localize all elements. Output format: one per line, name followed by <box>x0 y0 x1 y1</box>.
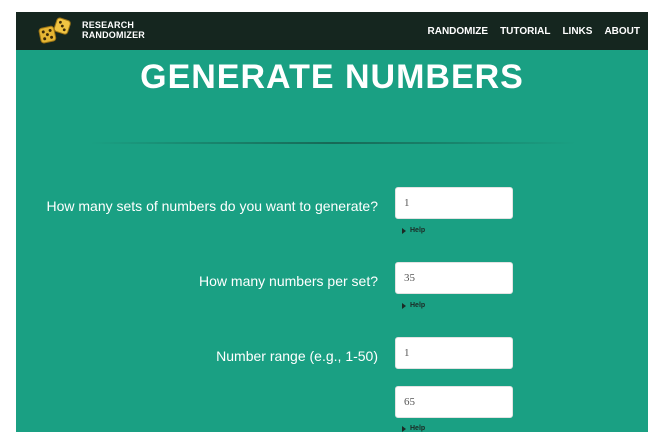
section-divider <box>90 142 576 144</box>
help-label: Help <box>410 425 426 432</box>
sets-count-label: How many sets of numbers do you want to … <box>46 198 378 214</box>
sets-help-link[interactable]: Help <box>402 227 425 234</box>
range-from-input[interactable] <box>395 337 513 369</box>
nav-item-randomize[interactable]: RANDOMIZE <box>428 26 489 37</box>
numbers-per-set-input[interactable] <box>395 262 513 294</box>
numbers-per-set-label: How many numbers per set? <box>199 273 378 289</box>
range-to-input[interactable] <box>395 386 513 418</box>
brand-name[interactable]: RESEARCH RANDOMIZER <box>82 20 145 40</box>
range-help-link[interactable]: Help <box>402 425 425 432</box>
nav-item-about[interactable]: ABOUT <box>604 26 640 37</box>
triangle-right-icon <box>402 227 406 234</box>
help-label: Help <box>410 227 426 234</box>
nav-item-links[interactable]: LINKS <box>562 26 592 37</box>
top-navigation-bar: RESEARCH RANDOMIZER RANDOMIZE TUTORIAL L… <box>16 12 648 50</box>
brand-line-1: RESEARCH <box>82 20 135 30</box>
page-frame: RESEARCH RANDOMIZER RANDOMIZE TUTORIAL L… <box>16 12 648 432</box>
dice-logo-icon[interactable] <box>38 16 72 46</box>
triangle-right-icon <box>402 425 406 432</box>
help-label: Help <box>410 302 426 309</box>
brand-line-2: RANDOMIZER <box>82 30 145 40</box>
triangle-right-icon <box>402 302 406 309</box>
per-set-help-link[interactable]: Help <box>402 302 425 309</box>
nav-item-tutorial[interactable]: TUTORIAL <box>500 26 550 37</box>
main-nav: RANDOMIZE TUTORIAL LINKS ABOUT <box>428 12 648 50</box>
page-title: GENERATE NUMBERS <box>140 58 524 96</box>
number-range-label: Number range (e.g., 1-50) <box>216 348 378 364</box>
sets-count-input[interactable] <box>395 187 513 219</box>
